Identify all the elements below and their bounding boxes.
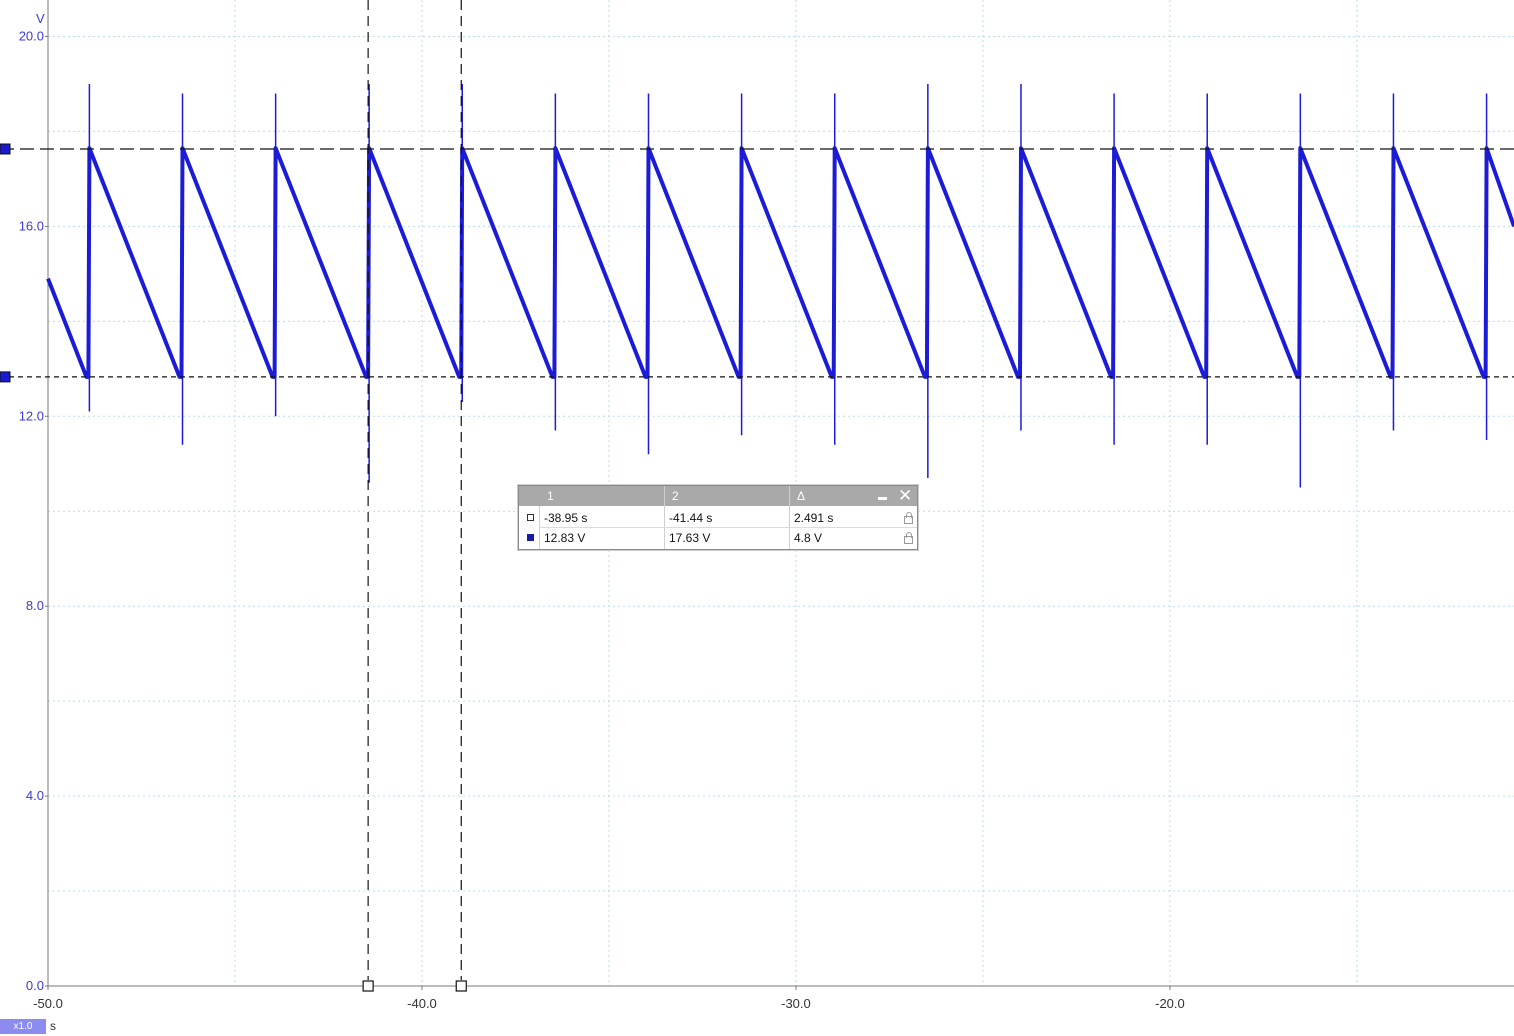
voltage-cursor-1-handle	[0, 371, 11, 383]
y-axis-tick-labels: 0.0 4.0 8.0 12.0 16.0 20.0	[19, 28, 48, 993]
x-axis-tick-labels: -50.0 -40.0 -30.0 -20.0	[33, 986, 1185, 1011]
readout-row-divider	[539, 527, 917, 528]
lock-icon[interactable]	[904, 512, 913, 524]
voltage-cursor-1: 12.83 V	[544, 531, 586, 545]
time-cursor-2: -41.44 s	[669, 511, 713, 525]
y-tick-label: 12.0	[19, 408, 44, 423]
x-tick-label: -50.0	[33, 996, 63, 1011]
readout-divider	[789, 486, 790, 549]
x-axis-unit: s	[50, 1019, 56, 1033]
voltage-cursor-2: 17.63 V	[669, 531, 711, 545]
x-tick-label: -20.0	[1155, 996, 1185, 1011]
voltage-swatch-icon	[527, 534, 534, 541]
readout-col-2: 2	[672, 489, 679, 503]
time-swatch-icon	[527, 514, 534, 521]
readout-divider	[664, 486, 665, 549]
time-cursor-2-handle	[455, 980, 467, 992]
readout-col-delta: Δ	[797, 489, 806, 503]
voltage-trace	[46, 83, 1514, 488]
time-cursor-1-handle	[362, 980, 374, 992]
lock-icon[interactable]	[904, 532, 913, 544]
y-tick-label: 20.0	[19, 28, 44, 43]
time-cursor-1: -38.95 s	[544, 511, 588, 525]
voltage-delta: 4.8 V	[794, 531, 823, 545]
voltage-cursor-2-handle	[0, 143, 11, 155]
y-tick-label: 16.0	[19, 218, 44, 233]
y-axis-unit: V	[36, 11, 45, 26]
close-icon[interactable]: ✕	[898, 486, 912, 506]
y-tick-label: 4.0	[26, 788, 44, 803]
time-delta: 2.491 s	[794, 511, 834, 525]
readout-header[interactable]: 1 2 Δ ✕	[519, 486, 917, 506]
cursor-readout-panel[interactable]: 1 2 Δ ✕ -38.95 s -41.44 s 2.491 s 12.83 …	[518, 485, 918, 550]
readout-col-1: 1	[547, 489, 554, 503]
trace-line	[46, 146, 1514, 379]
y-tick-label: 0.0	[26, 978, 44, 993]
minimize-icon[interactable]	[878, 497, 887, 500]
zoom-badge[interactable]: x1.0	[0, 1019, 46, 1034]
x-tick-label: -30.0	[781, 996, 811, 1011]
x-tick-label: -40.0	[407, 996, 437, 1011]
y-tick-label: 8.0	[26, 598, 44, 613]
